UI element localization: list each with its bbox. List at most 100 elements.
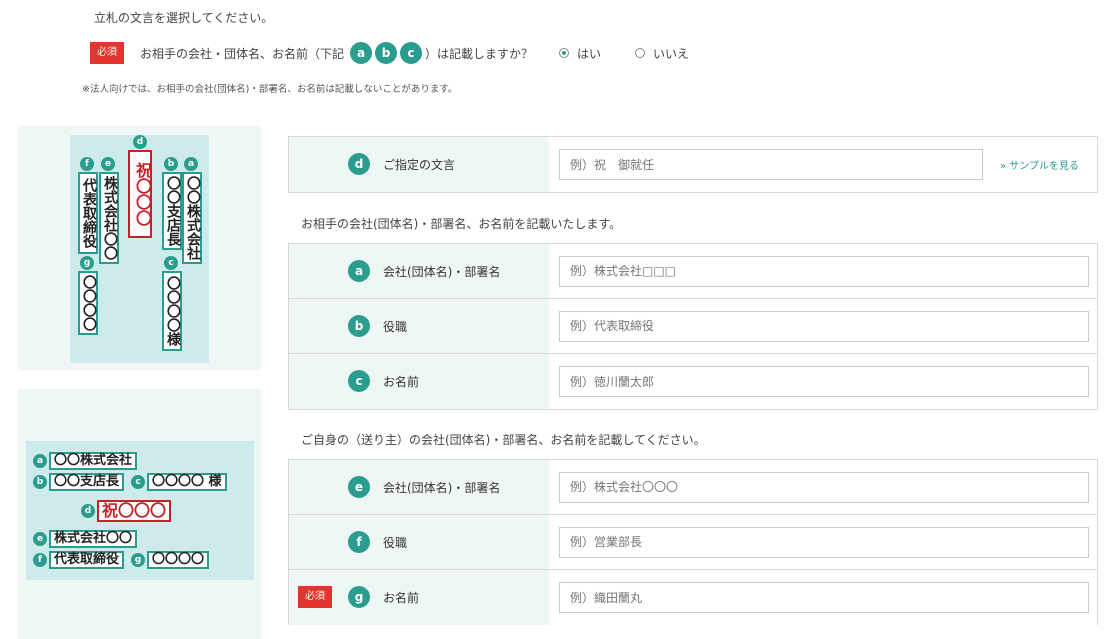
sender-name-value-cell [549,570,1097,625]
marker-f-icon: f [33,553,47,567]
marker-b-icon: b [375,42,398,64]
intro-text: 立札の文言を選択してください。 [94,11,274,25]
sender-company-row: e 会社(団体名)・部署名 [289,460,1097,515]
horizontal-sender-title-box: 代表取締役 [49,551,125,569]
vertical-sample-board: d 祝〇〇〇 f e b a 代表取締役 株式会社〇〇 〇〇支店長 〇〇株式会社… [70,135,209,363]
message-label-cell: d ご指定の文言 [289,137,549,192]
radio-no-label: いいえ [653,46,690,61]
marker-c-icon: c [348,370,370,392]
marker-g-icon: g [131,553,146,567]
message-value-cell: » サンプルを見る [549,137,1097,192]
sender-name-label: お名前 [383,591,420,605]
recipient-name-row: c お名前 [289,354,1097,409]
marker-a-icon: a [33,454,47,468]
recipient-name-input[interactable] [559,366,1089,397]
recipient-title-value-cell [549,299,1097,353]
recipient-name-value-cell [549,354,1097,409]
sender-title-row: f 役職 [289,515,1097,570]
horizontal-sender-company-box: 株式会社〇〇 [49,530,138,548]
horizontal-sample-board: a 〇〇株式会社 b 〇〇支店長 c 〇〇〇〇 様 d 祝〇〇〇 e 株式会社〇… [26,441,254,580]
sample-link[interactable]: » サンプルを見る [1000,157,1079,172]
vertical-recipient-company-box: 〇〇株式会社 [182,172,202,264]
question-text: お相手の会社・団体名、お名前（下記 a b c ）は記載しますか？ [140,42,533,64]
question-row: 必須 お相手の会社・団体名、お名前（下記 a b c ）は記載しますか？ はい … [90,42,723,64]
sender-name-row: 必須 g お名前 [289,570,1097,625]
vertical-sample-panel: d 祝〇〇〇 f e b a 代表取締役 株式会社〇〇 〇〇支店長 〇〇株式会社… [18,126,261,370]
marker-d-icon: d [133,135,147,149]
marker-b-icon: b [164,157,178,171]
marker-g-icon: g [80,256,94,270]
recipient-title-input[interactable] [559,310,1089,342]
recipient-company-label-cell: a 会社(団体名)・部署名 [289,244,549,298]
question-text-before: お相手の会社・団体名、お名前（下記 [140,46,345,61]
vertical-sender-name-box: 〇〇〇〇 [78,271,98,335]
message-label: ご指定の文言 [383,158,456,172]
recipient-title-label-cell: b 役職 [289,299,549,353]
question-text-after: ）は記載しますか？ [425,46,534,61]
message-form: d ご指定の文言 » サンプルを見る [288,136,1098,193]
radio-yes-label: はい [577,46,602,61]
marker-f-icon: f [80,157,94,171]
recipient-name-label: お名前 [383,375,420,389]
yes-no-radio-group: はい いいえ [559,45,723,62]
horizontal-recipient-row: b 〇〇支店長 c 〇〇〇〇 様 [33,473,227,491]
marker-b-icon: b [33,475,47,489]
marker-b-icon: b [348,315,370,337]
vertical-recipient-name-box: 〇〇〇〇様 [162,271,182,351]
recipient-heading: お相手の会社(団体名)・部署名、お名前を記載いたします。 [301,217,622,231]
marker-g-icon: g [348,586,370,608]
horizontal-sender-row: f 代表取締役 g 〇〇〇〇 [33,551,210,569]
marker-a-icon: a [350,42,373,64]
horizontal-sender-name-box: 〇〇〇〇 [147,551,210,569]
vertical-sender-title-box: 代表取締役 [78,172,98,254]
marker-e-icon: e [101,157,115,171]
radio-no-indicator[interactable] [635,48,646,58]
recipient-title-row: b 役職 [289,299,1097,354]
message-row: d ご指定の文言 » サンプルを見る [289,137,1097,192]
vertical-recipient-title-box: 〇〇支店長 [162,172,182,250]
recipient-name-label-cell: c お名前 [289,354,549,409]
marker-f-icon: f [348,531,370,553]
horizontal-recipient-company-box: 〇〇株式会社 [49,452,138,470]
horizontal-recipient-title-box: 〇〇支店長 [49,473,125,491]
radio-yes-indicator[interactable] [559,48,570,58]
note-text: ※法人向けでは、お相手の会社(団体名)・部署名、お名前は記載しないことがあります… [82,84,458,95]
sender-title-value-cell [549,515,1097,569]
recipient-company-label: 会社(団体名)・部署名 [383,265,501,279]
required-badge: 必須 [90,42,124,64]
sender-name-input[interactable] [559,582,1089,613]
sender-company-label-cell: e 会社(団体名)・部署名 [289,460,549,514]
horizontal-message-row: d 祝〇〇〇 [81,500,172,522]
recipient-company-value-cell [549,244,1097,298]
recipient-form: a 会社(団体名)・部署名 b 役職 c お名前 [288,243,1098,410]
recipient-company-row: a 会社(団体名)・部署名 [289,244,1097,299]
marker-e-icon: e [348,476,370,498]
marker-c-icon: c [164,256,178,270]
sender-name-label-cell: 必須 g お名前 [289,570,549,625]
recipient-company-input[interactable] [559,255,1089,287]
sender-title-label-cell: f 役職 [289,515,549,569]
sender-heading: ご自身の（送り主）の会社(団体名)・部署名、お名前を記載してください。 [301,433,706,447]
sender-name-required-badge: 必須 [298,586,332,608]
horizontal-sample-panel: a 〇〇株式会社 b 〇〇支店長 c 〇〇〇〇 様 d 祝〇〇〇 e 株式会社〇… [18,389,261,639]
sender-title-label: 役職 [383,536,408,550]
horizontal-recipient-company-row: a 〇〇株式会社 [33,452,138,470]
radio-no[interactable]: いいえ [635,45,689,62]
marker-a-icon: a [348,260,370,282]
marker-e-icon: e [33,532,47,546]
horizontal-message-box: 祝〇〇〇 [97,500,172,522]
marker-c-icon: c [131,475,146,489]
sender-company-label: 会社(団体名)・部署名 [383,481,501,495]
recipient-title-label: 役職 [383,320,408,334]
marker-d-icon: d [348,153,370,175]
radio-yes[interactable]: はい [559,45,601,62]
sender-form: e 会社(団体名)・部署名 f 役職 必須 g お名前 [288,459,1098,625]
sender-title-input[interactable] [559,526,1089,558]
marker-d-icon: d [81,504,95,518]
marker-a-icon: a [184,157,198,171]
message-input[interactable] [559,149,983,180]
horizontal-recipient-name-box: 〇〇〇〇 様 [147,473,227,491]
sender-company-input[interactable] [559,471,1089,503]
vertical-sender-company-box: 株式会社〇〇 [99,172,119,264]
sender-company-value-cell [549,460,1097,514]
